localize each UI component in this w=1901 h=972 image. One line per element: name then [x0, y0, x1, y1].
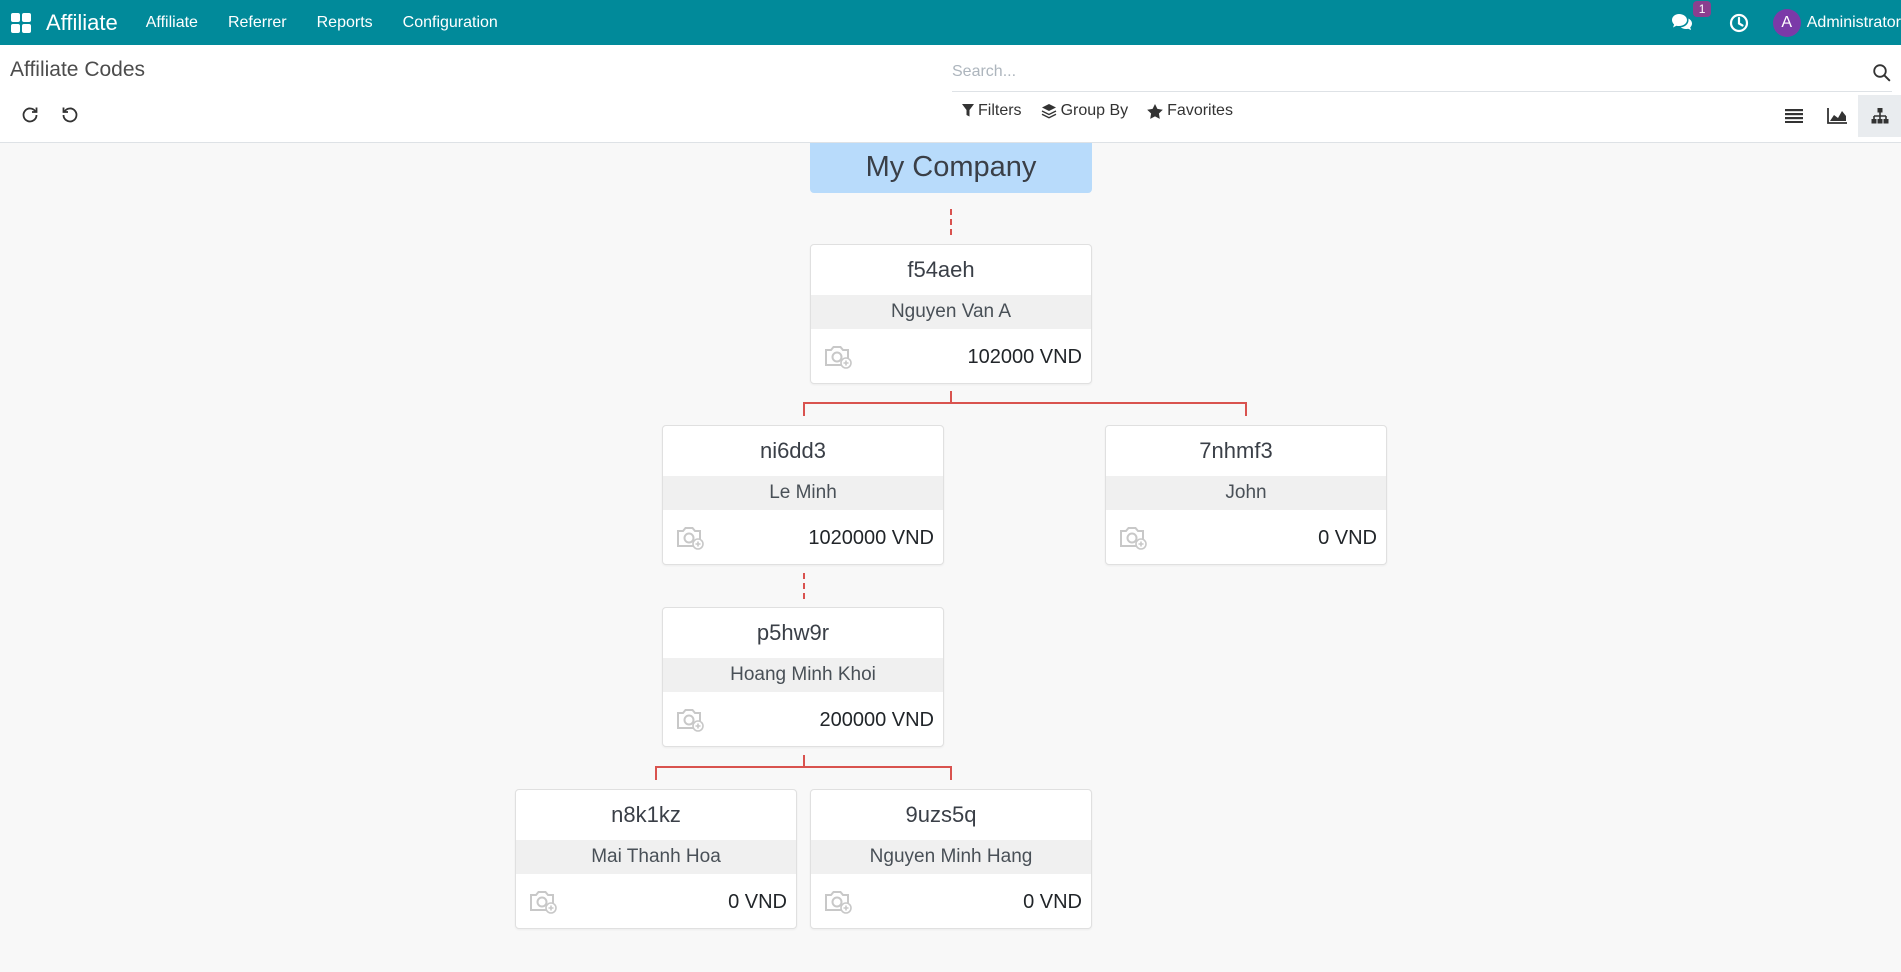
user-avatar[interactable]: A: [1772, 8, 1801, 37]
camera-placeholder-icon: [677, 527, 704, 550]
menu-configuration[interactable]: Configuration: [403, 14, 498, 32]
commission-amount: 200000 VND: [819, 708, 934, 731]
affiliate-node-9uzs5q[interactable]: 9uzs5q Nguyen Minh Hang 0 VND: [810, 789, 1092, 929]
commission-amount: 0 VND: [1318, 526, 1377, 549]
group-by-label: Group By: [1060, 102, 1129, 119]
camera-placeholder-icon: [825, 891, 852, 914]
affiliate-code: ni6dd3: [759, 438, 827, 463]
connector-p5hw9r-bar: [655, 766, 952, 768]
chat-bubbles-icon: [1671, 13, 1692, 30]
affiliate-node-7nhmf3[interactable]: 7nhmf3 John 0 VND: [1105, 425, 1387, 565]
area-chart-icon: [1826, 108, 1847, 124]
affiliate-node-p5hw9r[interactable]: p5hw9r Hoang Minh Khoi 200000 VND: [662, 607, 944, 747]
affiliate-node-f54aeh[interactable]: f54aeh Nguyen Van A 102000 VND: [810, 244, 1092, 384]
favorites-label: Favorites: [1167, 102, 1233, 119]
affiliate-name: John: [1106, 476, 1386, 510]
page-title: Affiliate Codes: [10, 58, 146, 81]
funnel-icon: [962, 104, 974, 117]
affiliate-code: f54aeh: [907, 257, 975, 282]
connector-to-7nhmf3: [1245, 402, 1247, 416]
connector-to-n8k1kz: [655, 766, 657, 780]
search-options: Filters Group By Favorites: [962, 102, 1252, 120]
affiliate-node-n8k1kz[interactable]: n8k1kz Mai Thanh Hoa 0 VND: [515, 789, 797, 929]
filters-label: Filters: [978, 102, 1022, 119]
menu-referrer[interactable]: Referrer: [228, 14, 287, 32]
camera-placeholder-icon: [1120, 527, 1147, 550]
affiliate-code: 7nhmf3: [1199, 438, 1273, 463]
connector-to-9uzs5q: [950, 766, 952, 780]
control-panel: Affiliate Codes Filters Group By: [0, 45, 1901, 143]
menu-affiliate[interactable]: Affiliate: [146, 14, 198, 32]
menu-reports[interactable]: Reports: [317, 14, 373, 32]
connector-ni6dd3-p5hw9r: [803, 573, 805, 599]
affiliate-code: 9uzs5q: [905, 802, 977, 827]
commission-amount: 1020000 VND: [808, 526, 934, 549]
activity-button[interactable]: [1729, 13, 1749, 33]
connector-root: [950, 209, 952, 235]
message-count-badge: 1: [1692, 0, 1712, 17]
layers-icon: [1041, 104, 1056, 119]
affiliate-name: Nguyen Minh Hang: [811, 840, 1091, 874]
affiliate-name: Nguyen Van A: [811, 295, 1091, 329]
hierarchy-view-button[interactable]: [1858, 95, 1901, 137]
camera-placeholder-icon: [530, 891, 557, 914]
root-company-node[interactable]: My Company: [810, 143, 1092, 193]
messaging-button[interactable]: 1: [1671, 0, 1712, 34]
commission-amount: 0 VND: [1023, 890, 1082, 913]
affiliate-name: Le Minh: [663, 476, 943, 510]
filters-dropdown[interactable]: Filters: [962, 102, 1022, 120]
group-by-dropdown[interactable]: Group By: [1041, 102, 1129, 120]
star-icon: [1147, 103, 1163, 119]
list-icon: [1784, 109, 1803, 123]
sitemap-icon: [1871, 108, 1888, 124]
search-icon[interactable]: [1872, 63, 1892, 83]
affiliate-code: p5hw9r: [756, 620, 830, 645]
graph-view-button[interactable]: [1815, 95, 1858, 137]
undo-icon[interactable]: [60, 105, 80, 125]
affiliate-code: n8k1kz: [611, 802, 681, 827]
org-chart: My Company f54aeh Nguyen Van A 102000 VN…: [0, 143, 1901, 972]
camera-placeholder-icon: [825, 346, 852, 369]
commission-amount: 0 VND: [728, 890, 787, 913]
connector-f54aeh-bar: [803, 402, 1247, 404]
reload-icon[interactable]: [20, 105, 40, 125]
top-navbar: Affiliate Affiliate Referrer Reports Con…: [0, 0, 1901, 45]
affiliate-node-ni6dd3[interactable]: ni6dd3 Le Minh 1020000 VND: [662, 425, 944, 565]
apps-menu-icon[interactable]: [11, 12, 31, 33]
user-menu[interactable]: Administrator: [1807, 14, 1901, 32]
search-input[interactable]: [952, 55, 1852, 89]
affiliate-name: Mai Thanh Hoa: [516, 840, 796, 874]
clock-icon: [1729, 13, 1748, 32]
view-switcher: [1772, 95, 1901, 137]
commission-amount: 102000 VND: [967, 345, 1082, 368]
search-bar: [952, 55, 1892, 92]
affiliate-name: Hoang Minh Khoi: [663, 658, 943, 692]
app-brand[interactable]: Affiliate: [46, 10, 118, 36]
camera-placeholder-icon: [677, 709, 704, 732]
list-view-button[interactable]: [1772, 95, 1815, 137]
connector-to-ni6dd3: [803, 402, 805, 416]
favorites-dropdown[interactable]: Favorites: [1147, 102, 1233, 120]
